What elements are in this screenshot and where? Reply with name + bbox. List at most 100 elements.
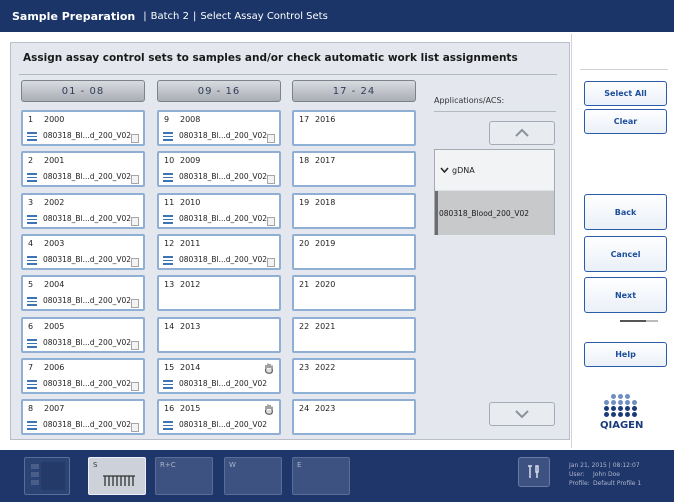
sample-slot-15[interactable]: 15 2014 080318_Bl...d_200_V02 [157,358,281,394]
batch-label: Batch 2 [150,10,189,22]
tab-w[interactable]: W [224,457,282,495]
tab-e[interactable]: E [292,457,350,495]
sample-slot-21[interactable]: 21 2020 [292,275,416,311]
progress-indicator [620,320,646,322]
logo-dot [604,412,609,417]
sample-id: 2005 [44,322,65,331]
sample-slot-20[interactable]: 20 2019 [292,234,416,270]
sample-slot-1[interactable]: 1 2000 080318_Bl...d_200_V02 [21,110,145,146]
chevron-down-icon [440,167,449,173]
slot-number: 20 [299,239,310,248]
list-icon [27,132,37,141]
sample-id: 2009 [180,156,201,165]
cancel-button[interactable]: Cancel [584,236,667,272]
title-bar: Sample Preparation | Batch 2 | Select As… [0,0,674,32]
acs-item-selected[interactable]: 080318_Blood_200_V02 [435,191,554,235]
logo-dot [618,394,623,399]
divider [434,111,556,112]
sample-slot-19[interactable]: 19 2018 [292,193,416,229]
next-button[interactable]: Next [584,277,667,313]
list-icon [27,339,37,348]
logo-dot [604,406,609,411]
list-icon [27,215,37,224]
sample-slot-24[interactable]: 24 2023 [292,399,416,435]
sample-id: 2001 [44,156,65,165]
sample-slot-5[interactable]: 5 2004 080318_Bl...d_200_V02 [21,275,145,311]
sample-slot-11[interactable]: 11 2010 080318_Bl...d_200_V02 [157,193,281,229]
slot-number: 22 [299,322,310,331]
sample-slot-7[interactable]: 7 2006 080318_Bl...d_200_V02 [21,358,145,394]
app-title: Sample Preparation [12,9,136,23]
assigned-acs: 080318_Bl...d_200_V02 [43,214,132,223]
slot-number: 4 [28,239,34,248]
column-header-2[interactable]: 09 - 16 [157,80,281,102]
sample-id: 2021 [315,322,336,331]
sample-id: 2014 [180,363,201,372]
document-icon [131,217,139,226]
slot-number: 7 [28,363,34,372]
clear-button[interactable]: Clear [584,109,667,134]
sample-slot-8[interactable]: 8 2007 080318_Bl...d_200_V02 [21,399,145,435]
sample-slot-6[interactable]: 6 2005 080318_Bl...d_200_V02 [21,317,145,353]
back-button[interactable]: Back [584,194,667,230]
assigned-acs: 080318_Bl...d_200_V02 [179,131,268,140]
slot-number: 10 [164,156,175,165]
logo-dot [625,412,630,417]
application-group-gdna[interactable]: gDNA [435,150,554,190]
sample-id: 2006 [44,363,65,372]
tools-button[interactable] [518,457,550,487]
progress-indicator-rest [646,320,658,322]
sample-id: 2002 [44,198,65,207]
document-icon [267,258,275,267]
logo-dot [611,406,616,411]
assigned-acs: 080318_Bl...d_200_V02 [43,338,132,347]
sample-id: 2000 [44,115,65,124]
sample-slot-2[interactable]: 2 2001 080318_Bl...d_200_V02 [21,151,145,187]
column-header-3[interactable]: 17 - 24 [292,80,416,102]
sample-slot-3[interactable]: 3 2002 080318_Bl...d_200_V02 [21,193,145,229]
slot-number: 1 [28,115,34,124]
logo-dot [625,394,630,399]
sample-id: 2022 [315,363,336,372]
slot-number: 17 [299,115,310,124]
document-icon [267,175,275,184]
action-panel: Select All Clear Back Cancel Next Help Q… [571,34,674,448]
slot-number: 12 [164,239,175,248]
logo-dot [618,412,623,417]
sample-slot-4[interactable]: 4 2003 080318_Bl...d_200_V02 [21,234,145,270]
list-icon [163,132,173,141]
sample-id: 2017 [315,156,336,165]
sample-slot-17[interactable]: 17 2016 [292,110,416,146]
sample-slot-9[interactable]: 9 2008 080318_Bl...d_200_V02 [157,110,281,146]
sample-slot-13[interactable]: 13 2012 [157,275,281,311]
slot-number: 8 [28,404,34,413]
select-all-button[interactable]: Select All [584,81,667,106]
sample-slot-16[interactable]: 16 2015 080318_Bl...d_200_V02 [157,399,281,435]
sample-slot-18[interactable]: 18 2017 [292,151,416,187]
tab-s[interactable]: S [88,457,146,495]
tab-rc[interactable]: R+C [155,457,213,495]
slot-number: 21 [299,280,310,289]
sample-id: 2016 [315,115,336,124]
sample-slot-12[interactable]: 12 2011 080318_Bl...d_200_V02 [157,234,281,270]
help-button[interactable]: Help [584,342,667,367]
column-header-1[interactable]: 01 - 08 [21,80,145,102]
slot-number: 16 [164,404,175,413]
slot-number: 19 [299,198,310,207]
sample-slot-22[interactable]: 22 2021 [292,317,416,353]
applications-list: gDNA 080318_Blood_200_V02 [434,149,555,235]
overview-tab[interactable] [24,457,70,495]
scroll-down-button[interactable] [489,402,555,426]
slot-number: 6 [28,322,34,331]
sample-slot-10[interactable]: 10 2009 080318_Bl...d_200_V02 [157,151,281,187]
list-icon [163,256,173,265]
sample-slot-14[interactable]: 14 2013 [157,317,281,353]
scroll-up-button[interactable] [489,121,555,145]
sample-slot-23[interactable]: 23 2022 [292,358,416,394]
document-icon [131,299,139,308]
slot-number: 18 [299,156,310,165]
document-icon [131,382,139,391]
divider [19,74,557,75]
slot-number: 13 [164,280,175,289]
status-info: Jan 21, 2015 | 08:12:07 User: John Doe Pr… [569,462,642,487]
